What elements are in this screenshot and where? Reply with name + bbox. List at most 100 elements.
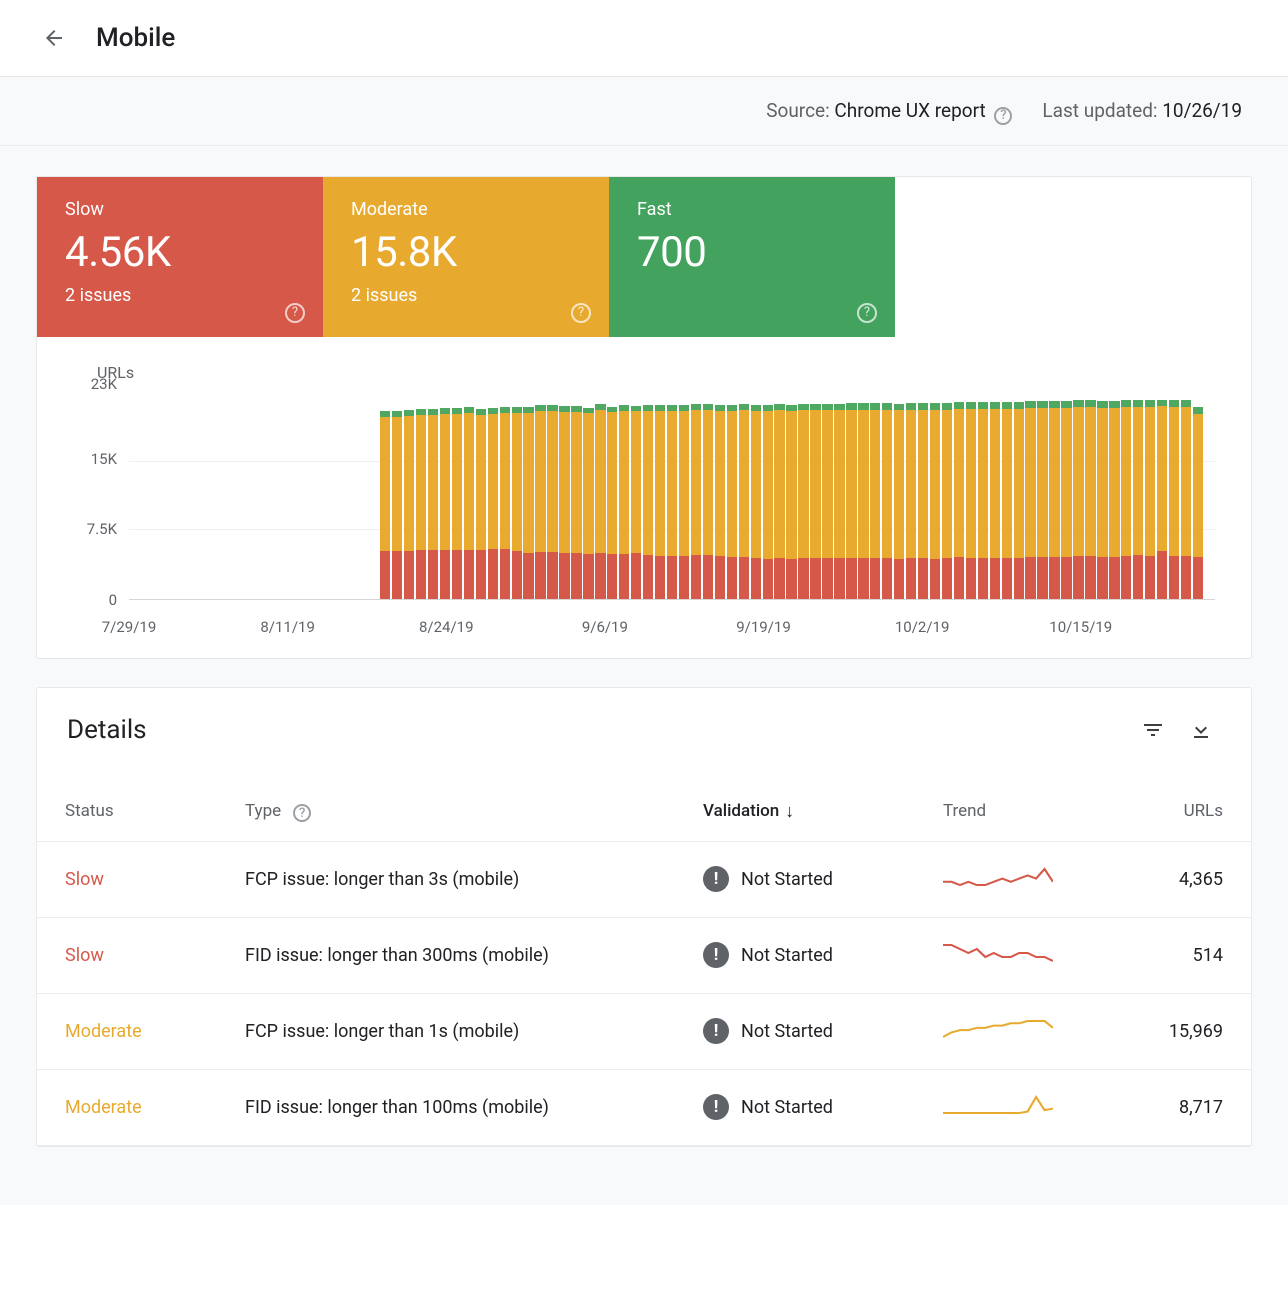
chart: URLs 07.5K15K23K 7/29/198/11/198/24/199/… [37, 337, 1251, 658]
help-icon[interactable] [293, 804, 311, 822]
details-title: Details [67, 715, 1125, 745]
sparkline [943, 1095, 1053, 1119]
bar [344, 390, 354, 599]
tile-slow[interactable]: Slow 4.56K 2 issues [37, 177, 323, 337]
bar [763, 390, 773, 599]
bar [153, 390, 163, 599]
bar [512, 390, 522, 599]
help-icon[interactable] [285, 303, 305, 323]
bar [464, 390, 474, 599]
bar [583, 390, 593, 599]
bar [691, 390, 701, 599]
bar [559, 390, 569, 599]
table-row[interactable]: ModerateFCP issue: longer than 1s (mobil… [37, 994, 1251, 1070]
bar [918, 390, 928, 599]
bar [1025, 390, 1035, 599]
trend-cell [943, 867, 1123, 891]
bar [284, 390, 294, 599]
source-info: Source: Chrome UX report [766, 99, 1012, 123]
chart-y-axis-title: URLs [97, 363, 1215, 382]
bar [488, 390, 498, 599]
bar [165, 390, 175, 599]
help-icon[interactable] [571, 303, 591, 323]
bar [1097, 390, 1107, 599]
back-button[interactable] [34, 18, 74, 58]
table-row[interactable]: ModerateFID issue: longer than 100ms (mo… [37, 1070, 1251, 1146]
bar [320, 390, 330, 599]
tile-label: Fast [637, 199, 867, 220]
bar [679, 390, 689, 599]
bar [954, 390, 964, 599]
not-started-icon [703, 1094, 729, 1120]
urls-cell: 15,969 [1123, 1021, 1223, 1042]
table-header: Status Type Validation ↓ Trend URLs [37, 782, 1251, 842]
bar [715, 390, 725, 599]
x-tick: 10/2/19 [895, 618, 950, 636]
details-header: Details [37, 688, 1251, 772]
chart-card: Slow 4.56K 2 issues Moderate 15.8K 2 iss… [36, 176, 1252, 659]
meta-bar: Source: Chrome UX report Last updated: 1… [0, 77, 1288, 146]
bar [571, 390, 581, 599]
tile-fast[interactable]: Fast 700 [609, 177, 895, 337]
bar [1193, 390, 1203, 599]
summary-tiles: Slow 4.56K 2 issues Moderate 15.8K 2 iss… [37, 177, 1251, 337]
bars [129, 390, 1203, 599]
urls-cell: 514 [1123, 945, 1223, 966]
filter-icon [1141, 718, 1165, 742]
tile-moderate[interactable]: Moderate 15.8K 2 issues [323, 177, 609, 337]
not-started-icon [703, 866, 729, 892]
download-button[interactable] [1181, 710, 1221, 750]
x-tick: 10/15/19 [1049, 618, 1112, 636]
x-tick: 7/29/19 [102, 618, 157, 636]
plot[interactable] [129, 390, 1215, 600]
col-type[interactable]: Type [245, 801, 703, 821]
help-icon[interactable] [857, 303, 877, 323]
bar [1133, 390, 1143, 599]
filter-button[interactable] [1133, 710, 1173, 750]
bar [846, 390, 856, 599]
bar [201, 390, 211, 599]
col-validation[interactable]: Validation ↓ [703, 801, 943, 822]
bar [177, 390, 187, 599]
validation-text: Not Started [741, 945, 833, 966]
col-type-label: Type [245, 801, 281, 821]
y-tick: 15K [91, 450, 117, 468]
bar [810, 390, 820, 599]
bar [595, 390, 605, 599]
bar [882, 390, 892, 599]
bar [141, 390, 151, 599]
bar [966, 390, 976, 599]
table-row[interactable]: SlowFID issue: longer than 300ms (mobile… [37, 918, 1251, 994]
tile-issues: 2 issues [65, 285, 295, 306]
bar [535, 390, 545, 599]
bar [249, 390, 259, 599]
type-cell: FCP issue: longer than 3s (mobile) [245, 869, 703, 890]
bar [739, 390, 749, 599]
urls-cell: 4,365 [1123, 869, 1223, 890]
bar [607, 390, 617, 599]
col-trend[interactable]: Trend [943, 801, 1123, 821]
y-ticks: 07.5K15K23K [61, 384, 125, 600]
bar [1002, 390, 1012, 599]
bar [1181, 390, 1191, 599]
topbar: Mobile [0, 0, 1288, 77]
bar [727, 390, 737, 599]
bar [296, 390, 306, 599]
bar [1109, 390, 1119, 599]
bar [667, 390, 677, 599]
col-status[interactable]: Status [65, 801, 245, 821]
validation-cell: Not Started [703, 942, 943, 968]
bar [751, 390, 761, 599]
col-urls[interactable]: URLs [1123, 801, 1223, 821]
tile-value: 700 [637, 228, 867, 277]
bar [523, 390, 533, 599]
type-cell: FCP issue: longer than 1s (mobile) [245, 1021, 703, 1042]
bar [655, 390, 665, 599]
trend-cell [943, 943, 1123, 967]
sort-desc-icon: ↓ [785, 801, 794, 822]
help-icon[interactable] [994, 107, 1012, 125]
bar [1014, 390, 1024, 599]
sparkline [943, 1019, 1053, 1043]
table-row[interactable]: SlowFCP issue: longer than 3s (mobile)No… [37, 842, 1251, 918]
download-icon [1189, 718, 1213, 742]
